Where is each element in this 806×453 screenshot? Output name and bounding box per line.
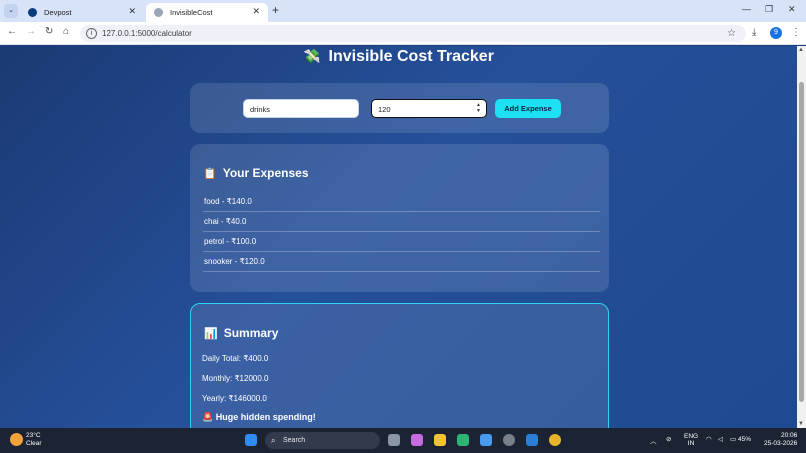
tray-chevron-icon[interactable]: ︿ [650, 435, 657, 445]
windows-taskbar: 23°C Clear ⌕ Search ︿ ⊘ ENG IN ◠ ◁ ▭ 45%… [0, 428, 806, 453]
close-icon[interactable]: ✕ [252, 6, 260, 17]
tab-devpost[interactable]: Devpost ✕ [20, 3, 144, 22]
forward-arrow-icon[interactable]: → [26, 26, 36, 37]
expenses-card: 📋 Your Expenses food - ₹140.0 chai - ₹40.… [190, 144, 609, 292]
network-off-icon[interactable]: ⊘ [666, 435, 671, 443]
list-item: snooker - ₹120.0 [203, 252, 600, 272]
chrome-icon[interactable] [549, 434, 561, 446]
list-item: petrol - ₹100.0 [203, 232, 600, 252]
system-clock[interactable]: 20:06 25-03-2026 [764, 432, 797, 448]
add-expense-button[interactable]: Add Expense [495, 99, 561, 118]
browser-tab-bar: ⌄ Devpost ✕ InvisibleCost ✕ + — ❐ ✕ [0, 0, 806, 22]
expense-amount-input[interactable]: 120 ▲ ▼ [371, 99, 487, 118]
tab-label: Devpost [44, 8, 72, 17]
lang-top: ENG [684, 433, 699, 440]
tab-invisiblecost[interactable]: InvisibleCost ✕ [146, 3, 268, 22]
expenses-heading: 📋 Your Expenses [203, 166, 309, 180]
browser-toolbar: ← → ↻ ⌂ i 127.0.0.1:5000/calculator ☆ ⤓ … [0, 22, 806, 45]
expense-list: food - ₹140.0 chai - ₹40.0 petrol - ₹100… [203, 192, 600, 272]
yearly-total: Yearly: ₹146000.0 [202, 394, 267, 403]
scroll-up-icon[interactable]: ▲ [798, 47, 804, 53]
window-close-button[interactable]: ✕ [788, 4, 796, 15]
restore-button[interactable]: ❐ [765, 4, 773, 15]
reload-icon[interactable]: ↻ [45, 26, 53, 37]
app-icon[interactable] [503, 434, 515, 446]
scroll-down-icon[interactable]: ▼ [798, 421, 804, 427]
taskbar-search[interactable]: ⌕ Search [265, 432, 380, 449]
bar-chart-icon: 📊 [204, 328, 218, 340]
globe-icon [154, 8, 163, 17]
bookmark-star-icon[interactable]: ☆ [727, 25, 736, 42]
devpost-favicon-icon [28, 8, 37, 17]
clock-time: 20:06 [780, 432, 798, 439]
expenses-heading-text: Your Expenses [222, 166, 309, 180]
home-icon[interactable]: ⌂ [63, 26, 69, 37]
search-icon: ⌕ [271, 436, 276, 445]
number-spinner-icon[interactable]: ▲ ▼ [476, 102, 481, 114]
page-title-text: Invisible Cost Tracker [328, 48, 494, 65]
amount-value: 120 [378, 105, 391, 114]
clock-date: 25-03-2026 [764, 440, 798, 447]
spending-warning: 🚨 Huge hidden spending! [202, 412, 316, 423]
new-tab-button[interactable]: + [272, 3, 279, 17]
summary-card: 📊 Summary Daily Total: ₹400.0 Monthly: ₹1… [190, 303, 609, 428]
weather-sun-icon [10, 433, 23, 446]
daily-total: Daily Total: ₹400.0 [202, 354, 269, 363]
lang-bottom: IN [687, 440, 695, 447]
edge-icon[interactable] [457, 434, 469, 446]
address-bar[interactable]: i 127.0.0.1:5000/calculator ☆ [80, 25, 746, 42]
page-scrollbar[interactable]: ▲ ▼ [797, 46, 806, 428]
battery-indicator[interactable]: ▭ 45% [730, 435, 751, 443]
weather-temp: 23°C [26, 432, 41, 439]
tab-label: InvisibleCost [170, 8, 213, 17]
volume-icon[interactable]: ◁ [718, 435, 723, 443]
battery-percent: 45% [737, 436, 751, 443]
profile-avatar[interactable]: 9 [770, 27, 782, 39]
task-view-icon[interactable] [388, 434, 400, 446]
language-indicator[interactable]: ENG IN [684, 433, 698, 447]
windows-start-icon[interactable] [245, 434, 257, 446]
scrollbar-thumb[interactable] [799, 82, 804, 402]
weather-widget[interactable]: 23°C Clear [10, 432, 70, 448]
expense-name-input[interactable]: drinks [243, 99, 359, 118]
wifi-icon[interactable]: ◠ [706, 435, 712, 443]
site-info-icon[interactable]: i [86, 28, 97, 39]
search-label: Search [283, 437, 306, 444]
menu-kebab-icon[interactable]: ⋮ [791, 27, 801, 38]
file-explorer-icon[interactable] [434, 434, 446, 446]
copilot-icon[interactable] [411, 434, 423, 446]
page-title: 💸 Invisible Cost Tracker [0, 48, 797, 66]
minimize-button[interactable]: — [742, 4, 751, 14]
page-content: 💸 Invisible Cost Tracker drinks 120 ▲ ▼ Ad… [0, 46, 797, 428]
url-text: 127.0.0.1:5000/calculator [102, 29, 192, 38]
store-icon[interactable] [480, 434, 492, 446]
list-item: food - ₹140.0 [203, 192, 600, 212]
clipboard-icon: 📋 [203, 168, 217, 180]
tab-search-button[interactable]: ⌄ [4, 4, 18, 18]
expense-form: drinks 120 ▲ ▼ Add Expense [190, 83, 609, 133]
close-icon[interactable]: ✕ [128, 6, 136, 17]
back-arrow-icon[interactable]: ← [7, 26, 17, 37]
monthly-total: Monthly: ₹12000.0 [202, 374, 269, 383]
weather-desc: Clear [26, 440, 42, 447]
warning-text: Huge hidden spending! [215, 412, 316, 422]
summary-heading-text: Summary [223, 326, 279, 340]
summary-heading: 📊 Summary [204, 326, 278, 340]
list-item: chai - ₹40.0 [203, 212, 600, 232]
siren-icon: 🚨 [202, 412, 214, 422]
download-icon[interactable]: ⤓ [752, 27, 756, 38]
vscode-icon[interactable] [526, 434, 538, 446]
money-wings-icon: 💸 [303, 48, 321, 64]
battery-icon: ▭ [730, 436, 737, 443]
